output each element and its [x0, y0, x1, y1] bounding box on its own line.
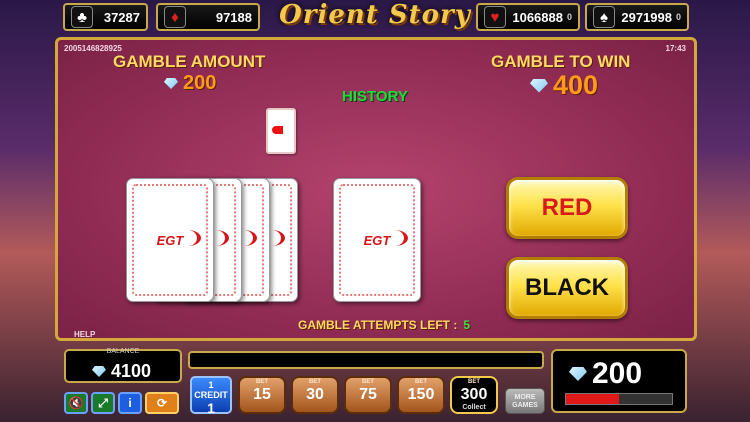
- red-button[interactable]: RED: [506, 177, 628, 239]
- autoplay-icon[interactable]: ⟳: [145, 392, 179, 414]
- win-box: 200: [551, 349, 687, 413]
- black-button[interactable]: BLACK: [506, 257, 628, 319]
- gamble-to-win-label: GAMBLE TO WIN: [491, 52, 631, 71]
- jackpot-spades-level: 0: [675, 11, 681, 22]
- jackpot-spades-value: 2971998: [621, 9, 672, 25]
- jackpot-hearts-value: 1066888: [512, 9, 563, 25]
- diamond-icon: [92, 366, 106, 377]
- gamble-to-win-value: 400: [553, 70, 599, 100]
- hearts-icon: ♥: [484, 6, 506, 28]
- balance-value: 4100: [111, 361, 152, 381]
- message-bar: [188, 351, 544, 369]
- history-label: HISTORY: [342, 88, 408, 105]
- history-card: [266, 108, 296, 154]
- more-games-button[interactable]: MORE GAMES: [505, 388, 545, 414]
- jackpot-spades: ♠ 2971998 0: [585, 3, 689, 31]
- bet-button-15[interactable]: BET 15: [238, 376, 286, 414]
- current-card: EGT: [333, 178, 421, 302]
- win-value: 200: [592, 357, 643, 390]
- credit-label: 1 CREDIT: [194, 380, 228, 400]
- jackpot-hearts-level: 0: [566, 11, 572, 22]
- diamond-icon: [530, 78, 548, 93]
- jackpot-diamonds-value: 97188: [215, 9, 252, 25]
- gamble-attempts: GAMBLE ATTEMPTS LEFT : 5: [298, 318, 470, 332]
- attempts-count: 5: [463, 318, 471, 332]
- bet-button-150[interactable]: BET 150: [397, 376, 445, 414]
- credit-button[interactable]: 1 CREDIT 1: [190, 376, 232, 416]
- info-icon[interactable]: i: [118, 392, 142, 414]
- gamble-amount-label: GAMBLE AMOUNT: [113, 52, 266, 71]
- diamonds-icon: ♦: [164, 6, 186, 28]
- game-logo: Orient Story: [279, 0, 471, 30]
- clubs-icon: ♣: [71, 6, 93, 28]
- deck-card: EGT: [126, 178, 214, 302]
- win-progress-bar: [565, 393, 673, 405]
- jackpot-hearts: ♥ 1066888 0: [476, 3, 580, 31]
- fullscreen-icon[interactable]: ⤢: [91, 392, 115, 414]
- balance-box: BALANCE 4100: [64, 348, 182, 383]
- balance-label: BALANCE: [106, 348, 140, 355]
- bet-button-30[interactable]: BET 30: [291, 376, 339, 414]
- diamond-icon: [569, 367, 587, 381]
- bet-button-75[interactable]: BET 75: [344, 376, 392, 414]
- collect-button[interactable]: BET 300 Collect: [450, 376, 498, 414]
- sound-toggle-icon[interactable]: 🔇: [64, 392, 88, 414]
- jackpot-clubs-value: 37287: [103, 9, 140, 25]
- help-link[interactable]: HELP: [74, 330, 95, 339]
- spades-icon: ♠: [593, 6, 615, 28]
- clock: 17:43: [665, 44, 686, 53]
- jackpot-diamonds: ♦ 97188: [156, 3, 260, 31]
- gamble-amount: 200: [164, 72, 216, 95]
- attempts-label: GAMBLE ATTEMPTS LEFT :: [298, 318, 458, 332]
- gamble-panel: 2005146828925 17:43 GAMBLE AMOUNT 200 GA…: [55, 37, 697, 341]
- diamond-icon: [164, 78, 178, 89]
- jackpot-clubs: ♣ 37287: [63, 3, 148, 31]
- gamble-to-win: 400: [530, 70, 598, 101]
- gamble-amount-value: 200: [183, 72, 217, 94]
- credit-value: 1: [207, 400, 215, 416]
